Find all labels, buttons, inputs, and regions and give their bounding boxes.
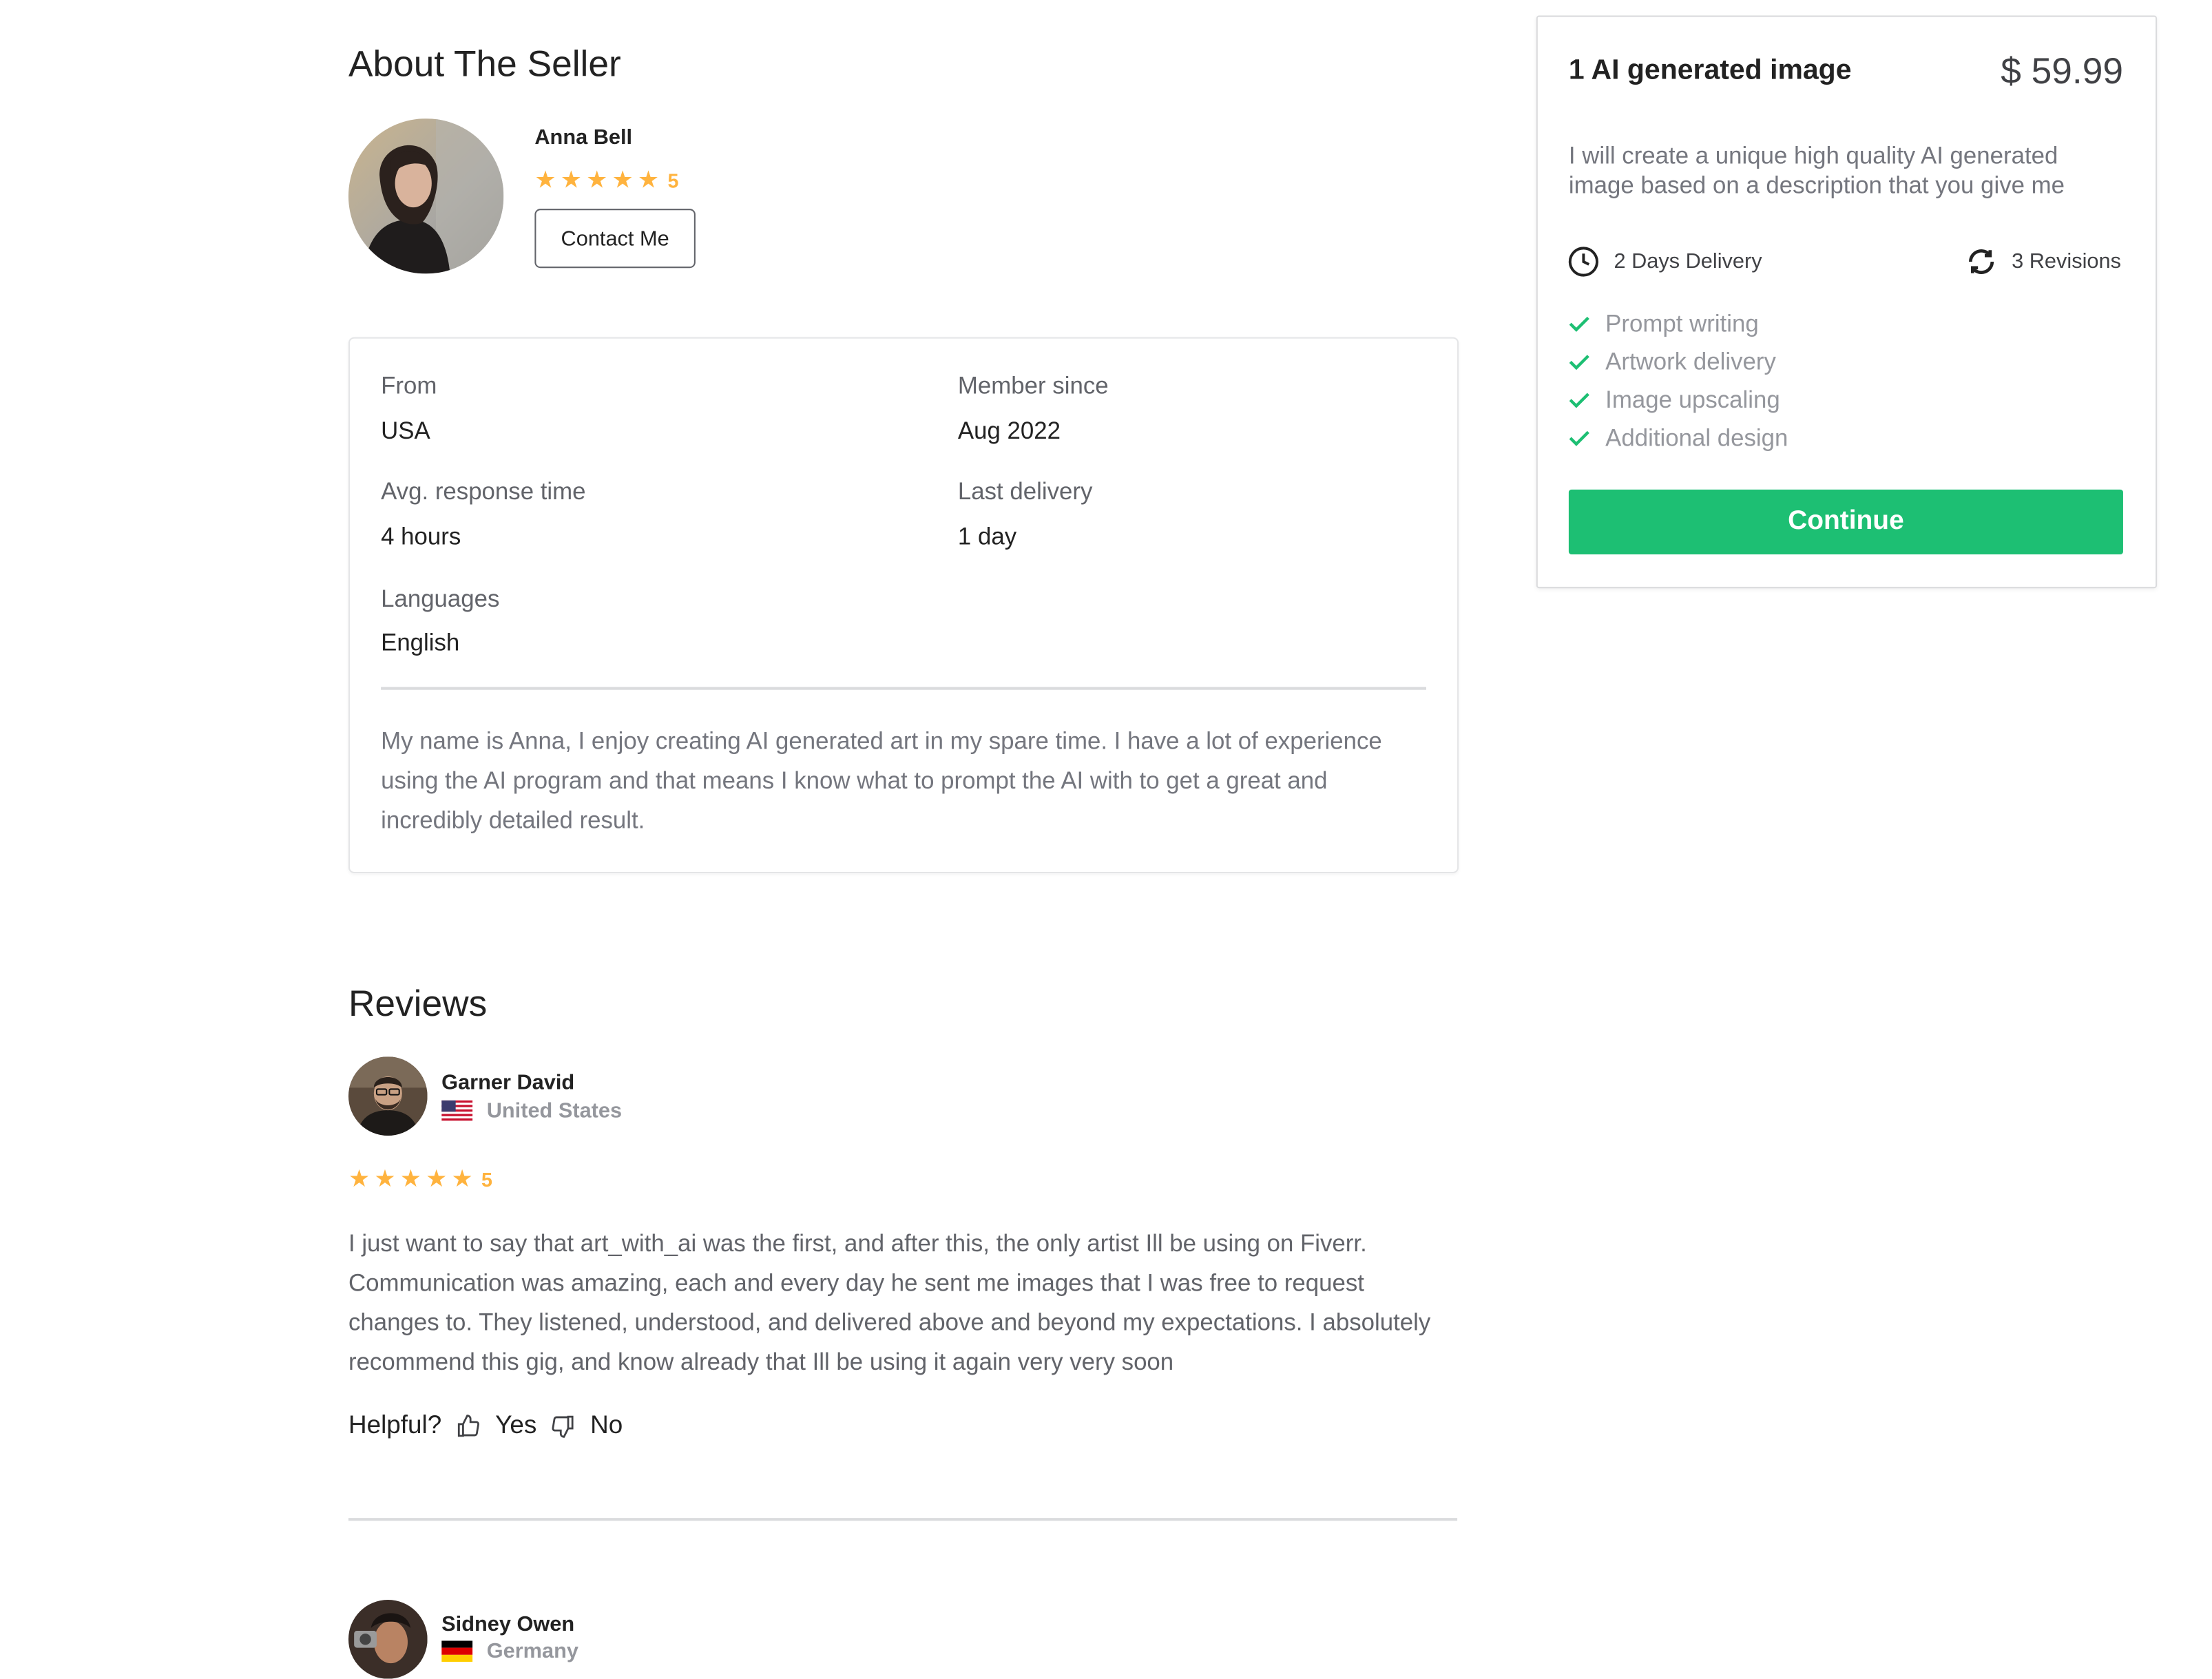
page: About The Seller Anna Bell ★ ★ ★ ★ ★ 5 C… (0, 0, 2212, 1679)
star-icon: ★ (451, 1165, 473, 1192)
feature-item: Prompt writing (1567, 304, 1788, 342)
languages-value: English (381, 629, 460, 656)
star-icon: ★ (348, 1165, 371, 1192)
reviews-title: Reviews (348, 981, 488, 1025)
star-icon: ★ (399, 1165, 421, 1192)
response-time-label: Avg. response time (381, 478, 586, 505)
seller-avatar[interactable] (348, 118, 504, 274)
check-icon (1569, 316, 1589, 332)
review-rating: ★ ★ ★ ★ ★ 5 (348, 1167, 492, 1191)
seller-rating: ★ ★ ★ ★ ★ 5 (534, 168, 678, 192)
reviewer-country: Germany (441, 1639, 578, 1663)
helpful-no-button[interactable]: No (551, 1410, 623, 1440)
reviewer-country-label: United States (486, 1098, 623, 1123)
helpful-no-label: No (590, 1410, 623, 1439)
feature-item: Artwork delivery (1567, 343, 1788, 381)
languages-label: Languages (381, 585, 500, 613)
member-since-value: Aug 2022 (957, 417, 1061, 445)
review-rating-value: 5 (481, 1167, 493, 1190)
info-divider (381, 687, 1427, 690)
feature-label: Prompt writing (1605, 309, 1759, 337)
reviewer-name[interactable]: Garner David (441, 1071, 574, 1095)
review-helpful: Helpful? Yes No (348, 1410, 623, 1440)
about-seller-title: About The Seller (348, 42, 621, 85)
review-text: I just want to say that art_with_ai was … (348, 1230, 1431, 1376)
reviewer-country-label: Germany (486, 1639, 578, 1664)
star-icon: ★ (612, 166, 634, 194)
delivery-label: 2 Days Delivery (1614, 249, 1762, 274)
clock-icon (1568, 247, 1599, 277)
thumbs-down-icon (552, 1415, 574, 1437)
package-features: Prompt writing Artwork delivery Image up… (1567, 304, 1788, 457)
seller-name[interactable]: Anna Bell (534, 125, 632, 149)
helpful-label: Helpful? (348, 1410, 442, 1439)
star-icon: ★ (374, 1165, 396, 1192)
helpful-yes-label: Yes (495, 1410, 537, 1439)
reviewer-name[interactable]: Sidney Owen (441, 1612, 574, 1636)
feature-item: Additional design (1567, 419, 1788, 457)
thumbs-up-icon (457, 1414, 480, 1437)
seller-rating-value: 5 (667, 168, 679, 191)
package-price: $ 59.99 (2001, 49, 2123, 92)
member-since-label: Member since (957, 372, 1109, 399)
refresh-icon (1969, 249, 1994, 274)
from-label: From (381, 372, 437, 399)
germany-flag-icon (441, 1640, 473, 1662)
check-icon (1569, 393, 1589, 408)
from-value: USA (381, 417, 430, 445)
feature-label: Artwork delivery (1605, 347, 1776, 375)
star-icon: ★ (637, 166, 660, 194)
last-delivery-label: Last delivery (957, 478, 1093, 505)
us-flag-icon (441, 1100, 473, 1122)
check-icon (1569, 355, 1589, 371)
feature-label: Image upscaling (1605, 386, 1780, 413)
review-divider (348, 1518, 1458, 1521)
seller-description: My name is Anna, I enjoy creating AI gen… (381, 728, 1382, 834)
reviewer-country: United States (441, 1099, 622, 1123)
reviewer-avatar[interactable] (348, 1599, 428, 1679)
contact-me-button[interactable]: Contact Me (534, 209, 696, 269)
package-title: 1 AI generated image (1568, 54, 1852, 86)
star-icon: ★ (586, 166, 608, 194)
delivery-time: 2 Days Delivery (1567, 245, 1762, 278)
reviewer-avatar[interactable] (348, 1056, 428, 1136)
package-description: I will create a unique high quality AI g… (1568, 142, 2065, 199)
helpful-yes-button[interactable]: Yes (456, 1410, 537, 1440)
star-icon: ★ (426, 1165, 448, 1192)
feature-label: Additional design (1605, 424, 1788, 451)
check-icon (1569, 430, 1589, 446)
response-time-value: 4 hours (381, 523, 461, 550)
revisions: 3 Revisions (1965, 245, 2121, 278)
star-icon: ★ (560, 166, 582, 194)
star-icon: ★ (534, 166, 556, 194)
last-delivery-value: 1 day (957, 523, 1017, 550)
continue-button[interactable]: Continue (1568, 489, 2123, 555)
revisions-label: 3 Revisions (2012, 249, 2121, 274)
feature-item: Image upscaling (1567, 381, 1788, 419)
